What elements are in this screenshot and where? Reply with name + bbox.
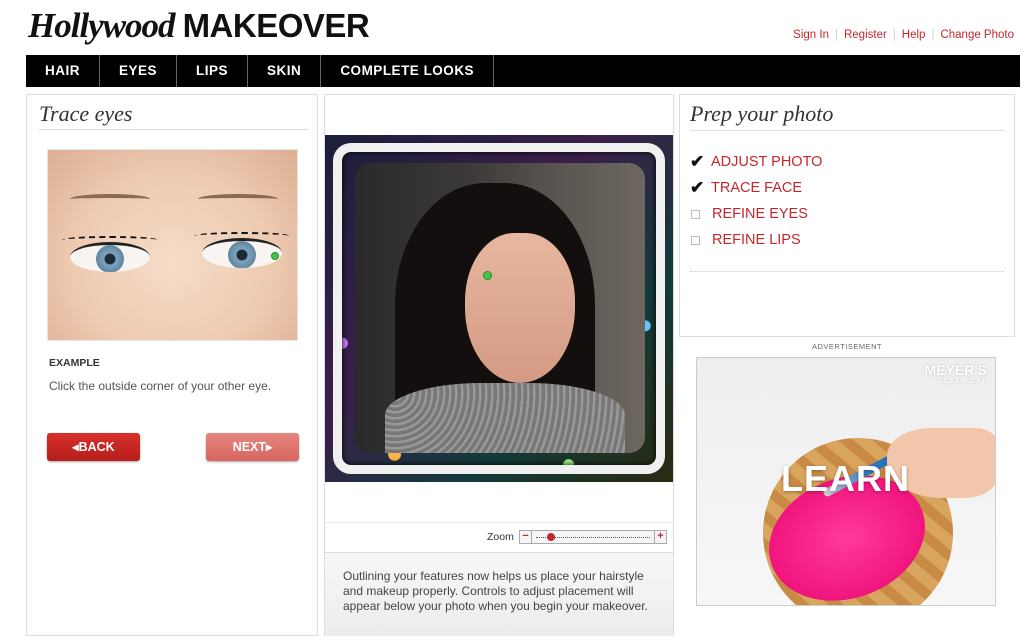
link-separator: | bbox=[892, 29, 896, 41]
lashes-left bbox=[62, 236, 158, 244]
panel-title: Trace eyes bbox=[39, 101, 133, 126]
info-text: Outlining your features now helps us pla… bbox=[325, 552, 673, 636]
zoom-out-button[interactable]: − bbox=[520, 531, 532, 543]
change-photo-link[interactable]: Change Photo bbox=[940, 29, 1014, 41]
nav-complete-looks[interactable]: COMPLETE LOOKS bbox=[321, 55, 495, 87]
trace-point-dot bbox=[271, 252, 279, 260]
eye-right bbox=[202, 238, 282, 268]
nav-skin[interactable]: SKIN bbox=[248, 55, 322, 87]
divider bbox=[690, 130, 1004, 131]
photo-frame bbox=[325, 135, 673, 482]
checkbox-icon bbox=[691, 235, 700, 245]
nav-lips[interactable]: LIPS bbox=[177, 55, 249, 87]
advertisement-banner[interactable]: MEYER'S CLEAN DAY LEARN bbox=[696, 357, 996, 606]
divider bbox=[690, 271, 1004, 272]
eye-left bbox=[70, 242, 150, 272]
panel-title: Prep your photo bbox=[690, 101, 834, 126]
zoom-control: Zoom − + bbox=[325, 522, 673, 550]
step-refine-lips[interactable]: REFINE LIPS bbox=[690, 229, 801, 251]
logo-script-text: Hollywood bbox=[28, 6, 176, 45]
check-icon: ✔ bbox=[690, 152, 705, 171]
step-trace-face[interactable]: ✔ TRACE FACE bbox=[690, 177, 802, 199]
checkbox-icon bbox=[691, 209, 700, 219]
zoom-label: Zoom bbox=[487, 531, 514, 543]
step-label: REFINE EYES bbox=[712, 206, 808, 222]
logo-bold-text: MAKEOVER bbox=[182, 7, 370, 44]
step-label: REFINE LIPS bbox=[712, 232, 801, 248]
makeover-app: Hollywood MAKEOVER Sign In | Register | … bbox=[0, 0, 1029, 641]
link-separator: | bbox=[931, 29, 935, 41]
zoom-slider[interactable]: − + bbox=[519, 530, 667, 544]
next-button[interactable]: NEXT▸ bbox=[206, 433, 299, 461]
nav-eyes[interactable]: EYES bbox=[100, 55, 178, 87]
step-adjust-photo[interactable]: ✔ ADJUST PHOTO bbox=[690, 151, 822, 173]
example-eyes-image bbox=[47, 149, 298, 341]
help-link[interactable]: Help bbox=[902, 29, 926, 41]
advertisement-label: ADVERTISEMENT bbox=[812, 342, 883, 351]
instruction-text: Click the outside corner of your other e… bbox=[49, 379, 272, 393]
prep-photo-panel: Prep your photo ✔ ADJUST PHOTO ✔ TRACE F… bbox=[679, 94, 1015, 337]
trace-eyes-panel: Trace eyes EXAMPLE Click the outside cor… bbox=[26, 94, 318, 636]
check-icon: ✔ bbox=[690, 178, 705, 197]
photo-panel: Zoom − + Outlining your features now hel… bbox=[324, 94, 674, 636]
ad-brand-logo: MEYER'S CLEAN DAY bbox=[924, 362, 987, 385]
link-separator: | bbox=[834, 29, 838, 41]
top-links: Sign In | Register | Help | Change Photo bbox=[793, 29, 1014, 41]
trace-point-dot[interactable] bbox=[483, 271, 492, 280]
back-button[interactable]: ◂BACK bbox=[47, 433, 140, 461]
eyebrow-left bbox=[70, 194, 150, 204]
zoom-slider-handle[interactable] bbox=[546, 533, 555, 541]
zoom-in-button[interactable]: + bbox=[654, 531, 666, 543]
step-refine-eyes[interactable]: REFINE EYES bbox=[690, 203, 808, 225]
ad-headline: LEARN bbox=[781, 458, 910, 499]
logo[interactable]: Hollywood MAKEOVER bbox=[28, 6, 370, 46]
user-photo[interactable] bbox=[355, 163, 645, 453]
step-label: ADJUST PHOTO bbox=[711, 154, 823, 170]
divider bbox=[39, 129, 309, 130]
main-nav: HAIR EYES LIPS SKIN COMPLETE LOOKS bbox=[26, 55, 1020, 87]
lashes-right bbox=[194, 232, 290, 240]
example-label: EXAMPLE bbox=[49, 357, 100, 369]
nav-hair[interactable]: HAIR bbox=[26, 55, 100, 87]
eyebrow-right bbox=[198, 194, 278, 204]
sign-in-link[interactable]: Sign In bbox=[793, 29, 829, 41]
register-link[interactable]: Register bbox=[844, 29, 887, 41]
step-label: TRACE FACE bbox=[711, 180, 803, 196]
